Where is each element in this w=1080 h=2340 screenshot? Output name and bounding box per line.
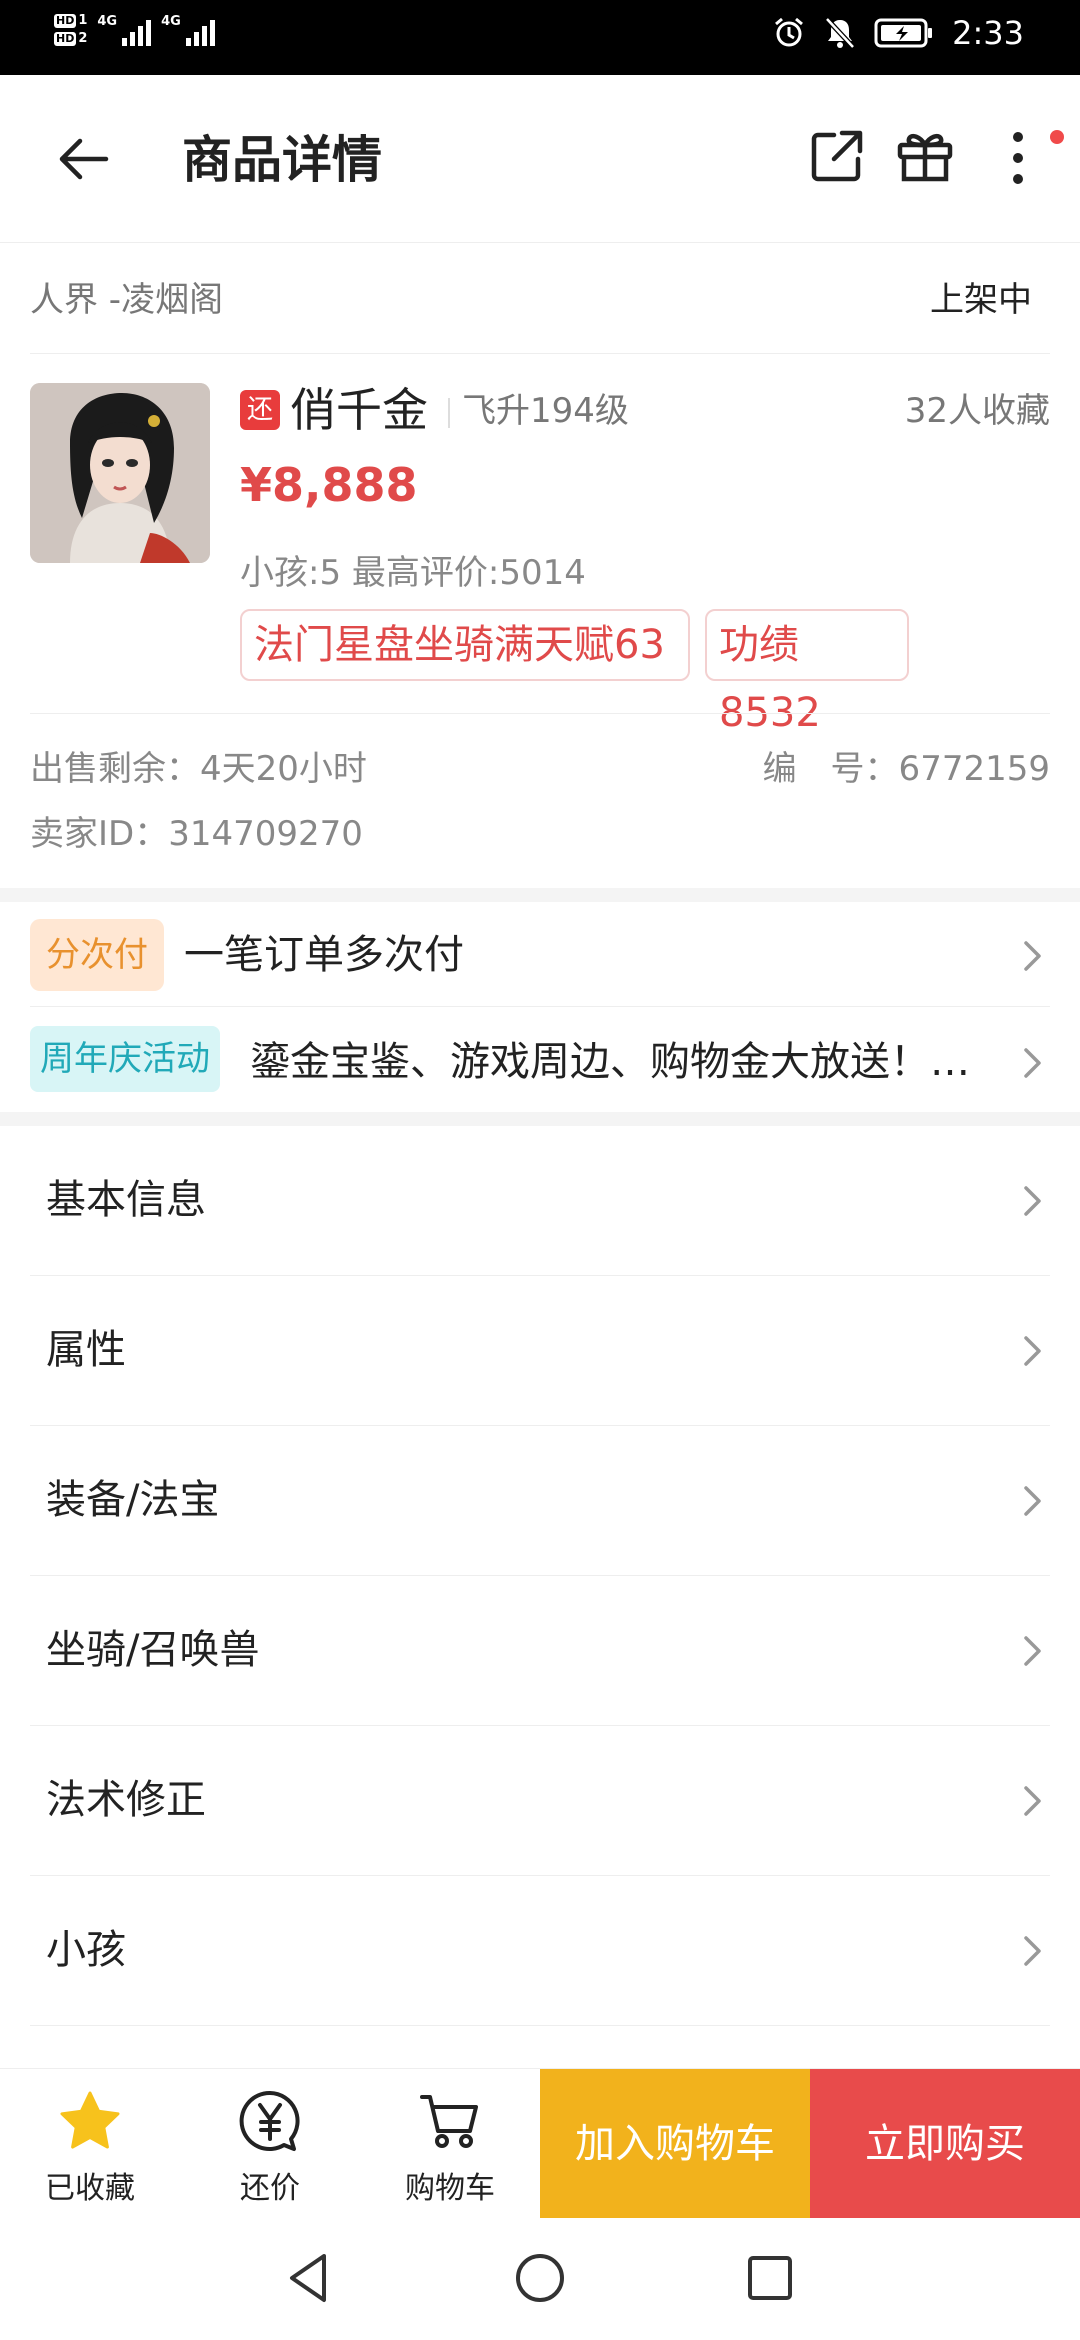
divider bbox=[448, 398, 450, 428]
chevron-right-icon bbox=[1024, 941, 1041, 971]
section-label: 坐骑/召唤兽 bbox=[46, 1627, 260, 1673]
section-label: 基本信息 bbox=[46, 1177, 206, 1223]
bargain-badge: 还 bbox=[240, 390, 280, 430]
feature-tag: 功绩8532 bbox=[705, 609, 909, 736]
character-name: 俏千金 bbox=[290, 383, 428, 437]
section-attributes[interactable]: 属性 bbox=[30, 1276, 1050, 1426]
nav-home-icon[interactable] bbox=[510, 2248, 570, 2308]
bargain-label: 还价 bbox=[240, 2171, 300, 2206]
chevron-right-icon bbox=[1024, 1048, 1041, 1078]
server-name: 人界 -凌烟阁 bbox=[30, 280, 224, 320]
status-left: HD 1 HD 2 4G 4G bbox=[54, 12, 215, 48]
promo-anniversary-row[interactable]: 周年庆活动 鎏金宝鉴、游戏周边、购物金大放送！… bbox=[30, 1012, 1050, 1112]
signal-strength-icon-2: 4G bbox=[161, 14, 215, 46]
promo-installment-row[interactable]: 分次付 一笔订单多次付 bbox=[30, 905, 1050, 1005]
chevron-right-icon bbox=[1024, 1636, 1041, 1666]
section-gap bbox=[0, 888, 1080, 902]
star-icon bbox=[60, 2091, 120, 2149]
clock: 2:33 bbox=[952, 14, 1024, 52]
status-right: 2:33 bbox=[772, 14, 1024, 52]
favorite-button[interactable]: 已收藏 bbox=[0, 2069, 180, 2219]
hd-indicator: HD 1 HD 2 bbox=[54, 13, 88, 46]
divider bbox=[30, 713, 1050, 714]
section-spell-mods[interactable]: 法术修正 bbox=[30, 1726, 1050, 1876]
character-level: 飞升194级 bbox=[462, 391, 629, 431]
bottom-action-bar: 已收藏 还价 购物车 加入购物车 立即购买 bbox=[0, 2068, 1080, 2219]
section-children[interactable]: 小孩 bbox=[30, 1876, 1050, 2026]
anniversary-badge: 周年庆活动 bbox=[30, 1026, 220, 1092]
section-label: 法术修正 bbox=[46, 1777, 206, 1823]
section-gap bbox=[0, 1112, 1080, 1126]
signal-strength-icon: 4G bbox=[97, 14, 152, 46]
chevron-right-icon bbox=[1024, 1786, 1041, 1816]
battery-icon bbox=[874, 17, 934, 49]
notification-dot bbox=[1050, 130, 1064, 144]
chevron-right-icon bbox=[1024, 1186, 1041, 1216]
status-bar: HD 1 HD 2 4G 4G 2:33 bbox=[0, 0, 1080, 75]
feature-tag: 法门星盘坐骑满天赋63 bbox=[240, 609, 690, 681]
chevron-right-icon bbox=[1024, 1936, 1041, 1966]
installment-badge: 分次付 bbox=[30, 919, 164, 991]
sale-remaining: 出售剩余：4天20小时 bbox=[30, 749, 367, 789]
favorite-count: 32人收藏 bbox=[904, 391, 1050, 431]
cart-icon bbox=[420, 2095, 478, 2148]
section-label: 装备/法宝 bbox=[46, 1477, 220, 1523]
listing-status: 上架中 bbox=[930, 280, 1032, 320]
section-label: 属性 bbox=[46, 1327, 126, 1373]
more-vert-icon[interactable] bbox=[1000, 125, 1036, 191]
bargain-button[interactable]: 还价 bbox=[180, 2069, 360, 2219]
promo-text: 鎏金宝鉴、游戏周边、购物金大放送！… bbox=[250, 1039, 970, 1085]
chevron-right-icon bbox=[1024, 1486, 1041, 1516]
divider bbox=[30, 353, 1050, 354]
share-icon[interactable] bbox=[804, 125, 868, 189]
character-stats: 小孩:5 最高评价:5014 bbox=[240, 553, 586, 593]
section-equipment[interactable]: 装备/法宝 bbox=[30, 1426, 1050, 1576]
app-bar: 商品详情 bbox=[0, 75, 1080, 243]
nav-back-icon[interactable] bbox=[280, 2248, 340, 2308]
chevron-right-icon bbox=[1024, 1336, 1041, 1366]
gift-icon[interactable] bbox=[892, 123, 958, 189]
add-to-cart-button[interactable]: 加入购物车 bbox=[540, 2069, 810, 2219]
server-row: 人界 -凌烟阁 上架中 bbox=[30, 270, 1050, 330]
promo-text: 一笔订单多次付 bbox=[184, 932, 464, 978]
nav-recents-icon[interactable] bbox=[740, 2248, 800, 2308]
favorite-label: 已收藏 bbox=[45, 2171, 135, 2206]
character-avatar[interactable] bbox=[30, 383, 210, 563]
seller-id: 卖家ID：314709270 bbox=[30, 814, 363, 854]
section-label: 小孩 bbox=[46, 1927, 126, 1973]
cart-label: 购物车 bbox=[405, 2171, 495, 2206]
page-title: 商品详情 bbox=[182, 131, 382, 189]
mute-bell-icon bbox=[824, 16, 856, 50]
divider bbox=[30, 1006, 1050, 1007]
alarm-icon bbox=[772, 16, 806, 50]
cart-button[interactable]: 购物车 bbox=[360, 2069, 540, 2219]
buy-now-button[interactable]: 立即购买 bbox=[810, 2069, 1080, 2219]
price: ¥8,888 bbox=[240, 458, 418, 512]
back-arrow-icon[interactable] bbox=[50, 125, 118, 193]
system-nav-bar bbox=[0, 2218, 1080, 2340]
section-mounts-summons[interactable]: 坐骑/召唤兽 bbox=[30, 1576, 1050, 1726]
item-number: 编 号：6772159 bbox=[762, 749, 1050, 789]
section-basic-info[interactable]: 基本信息 bbox=[30, 1126, 1050, 1276]
yuan-bubble-icon bbox=[239, 2090, 300, 2151]
